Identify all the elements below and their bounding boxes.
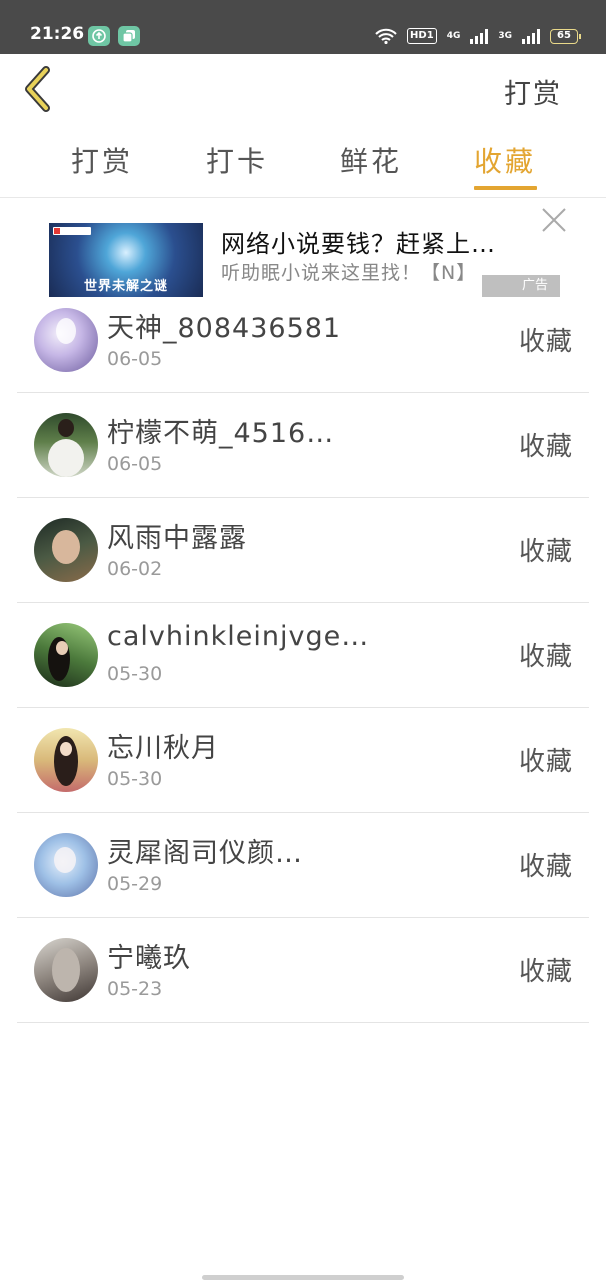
avatar [34, 623, 98, 687]
ad-source-tag [53, 227, 91, 235]
header: 打赏 [0, 54, 606, 126]
date: 06-05 [107, 453, 163, 475]
network-3g-label: 3G [498, 31, 512, 41]
date: 05-30 [107, 768, 163, 790]
avatar [34, 938, 98, 1002]
tab-flowers[interactable]: 鲜花 [340, 140, 402, 180]
user-name: 灵犀阁司仪颜… [107, 838, 303, 869]
date: 06-05 [107, 348, 163, 370]
action-label: 收藏 [518, 957, 573, 987]
status-time: 21:26 [30, 24, 85, 44]
action-label: 收藏 [518, 432, 573, 462]
action-label: 收藏 [518, 642, 573, 672]
user-name: 天神_808436581 [107, 313, 342, 344]
date: 05-23 [107, 978, 163, 1000]
reward-button[interactable]: 打赏 [504, 72, 562, 111]
avatar [34, 518, 98, 582]
user-name: calvhinkleinjvge… [107, 621, 370, 652]
date: 05-29 [107, 873, 163, 895]
date: 06-02 [107, 558, 163, 580]
user-name: 柠檬不萌_4516… [107, 418, 335, 449]
tab-checkin[interactable]: 打卡 [206, 140, 268, 180]
avatar [34, 728, 98, 792]
home-indicator[interactable] [202, 1275, 404, 1280]
list-item[interactable]: 天神_808436581 06-05 收藏 [17, 288, 589, 393]
close-icon [542, 208, 566, 232]
system-icons: HD1 4G 3G 65 [375, 25, 581, 47]
list-item[interactable]: 宁曦玖 05-23 收藏 [17, 918, 589, 1023]
signal-3g-icon [522, 28, 540, 44]
back-button[interactable] [20, 66, 60, 112]
network-4g-label: 4G [446, 31, 461, 41]
battery-icon: 65 [550, 28, 581, 44]
action-label: 收藏 [518, 852, 573, 882]
date: 05-30 [107, 663, 163, 685]
action-label: 收藏 [518, 537, 573, 567]
action-label: 收藏 [518, 747, 573, 777]
hd-badge: HD1 [407, 28, 437, 44]
list-item[interactable]: calvhinkleinjvge… 05-30 收藏 [17, 603, 589, 708]
ad-thumbnail: 世界未解之谜 [49, 223, 203, 297]
avatar [34, 833, 98, 897]
tab-bar: 打赏 打卡 鲜花 收藏 [0, 126, 606, 198]
user-name: 宁曦玖 [107, 943, 191, 974]
chevron-left-icon [25, 66, 50, 112]
list-item[interactable]: 柠檬不萌_4516… 06-05 收藏 [17, 393, 589, 498]
user-name: 忘川秋月 [107, 733, 219, 764]
tab-favorites[interactable]: 收藏 [474, 140, 536, 180]
list-item[interactable]: 灵犀阁司仪颜… 05-29 收藏 [17, 813, 589, 918]
action-label: 收藏 [518, 327, 573, 357]
ad-close-button[interactable] [540, 206, 568, 234]
active-tab-indicator [474, 186, 537, 190]
list-item[interactable]: 忘川秋月 05-30 收藏 [17, 708, 589, 813]
app-notification-icon [118, 26, 140, 46]
wifi-icon [375, 28, 397, 44]
list-item[interactable]: 风雨中露露 06-02 收藏 [17, 498, 589, 603]
status-bar: 21:26 HD1 4G 3G 65 [0, 0, 606, 54]
favorites-list: 天神_808436581 06-05 收藏 柠檬不萌_4516… 06-05 收… [17, 288, 589, 1023]
avatar [34, 308, 98, 372]
upload-notification-icon [88, 26, 110, 46]
user-name: 风雨中露露 [107, 523, 247, 554]
ad-title: 网络小说要钱？赶紧上… [221, 230, 496, 258]
tab-reward[interactable]: 打赏 [71, 140, 133, 180]
avatar [34, 413, 98, 477]
signal-4g-icon [470, 28, 489, 44]
